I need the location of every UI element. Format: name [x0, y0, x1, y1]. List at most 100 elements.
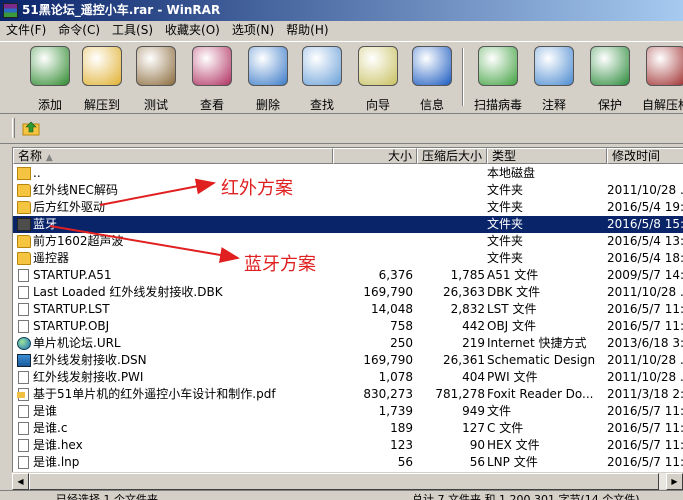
column-header-modified[interactable]: 修改时间 [607, 148, 683, 164]
toolbar-grip[interactable] [12, 118, 15, 138]
file-row[interactable]: STARTUP.A516,3761,785A51 文件2009/5/7 14:3 [13, 267, 683, 284]
file-modified: 2011/10/28 . [607, 183, 683, 197]
menu-file[interactable]: 文件(F) [0, 21, 52, 40]
doc-icon [18, 303, 29, 316]
toolbar-label: 查看 [199, 98, 224, 112]
parent-icon [17, 167, 31, 180]
menu-commands[interactable]: 命令(C) [52, 21, 106, 40]
file-packed: 2,832 [450, 302, 485, 316]
file-modified: 2016/5/4 13:5 [607, 234, 683, 248]
scroll-left-icon[interactable]: ◀ [12, 473, 29, 490]
toolbar-button-7[interactable]: 信息 [404, 46, 460, 113]
scroll-right-icon[interactable]: ▶ [666, 473, 683, 490]
file-name: Last Loaded 红外线发射接收.DBK [33, 285, 223, 299]
toolbar-button-3[interactable]: 查看 [184, 46, 240, 113]
column-header-name[interactable]: 名称 ▲ [13, 148, 333, 164]
horizontal-scrollbar[interactable]: ◀ ▶ [12, 472, 683, 490]
file-size: 169,790 [363, 353, 413, 367]
window-title: 51黑论坛_遥控小车.rar - WinRAR [22, 3, 221, 17]
file-type: 文件 [487, 404, 512, 418]
file-list[interactable]: 名称 ▲ 大小 压缩后大小 类型 修改时间 .. 本地磁盘 红外线NEC解码 文件夹 2… [12, 147, 683, 472]
file-row[interactable]: 基于51单片机的红外遥控小车设计和制作.pdf 830,273 781,278 Fox… [13, 386, 683, 403]
file-row[interactable]: STARTUP.LST 14,048 2,832LST 文件 2016/5/7 11:… [13, 301, 683, 318]
toolbar-button-8[interactable]: 扫描病毒 [470, 46, 526, 113]
file-name: 前方1602超声波 [33, 234, 124, 248]
file-type: 文件夹 [487, 200, 524, 214]
file-row[interactable]: 红外线NEC解码 文件夹 2011/10/28 . [13, 182, 683, 199]
column-header-type[interactable]: 类型 [487, 148, 607, 164]
file-type: LST 文件 [487, 302, 537, 316]
toolbar-button-2[interactable]: 测试 [128, 46, 184, 113]
file-modified: 2016/5/7 11:1 [607, 302, 683, 316]
toolbar-label: 信息 [419, 98, 444, 112]
file-modified: 2011/10/28 . [607, 285, 683, 299]
wizard-wand-icon [358, 46, 398, 86]
file-type: 文件夹 [487, 251, 524, 265]
file-type: 文件夹 [487, 234, 524, 248]
toolbar-label: 向导 [365, 98, 390, 112]
file-row[interactable]: 遥控器文件夹2016/5/4 18:2 [13, 250, 683, 267]
doc-icon [18, 439, 29, 452]
menu-tools[interactable]: 工具(S) [106, 21, 159, 40]
doc-icon [18, 422, 29, 435]
up-one-level-icon[interactable] [22, 120, 40, 136]
toolbar-button-10[interactable]: 保护 [582, 46, 638, 113]
folder-icon [17, 184, 31, 197]
file-type: Foxit Reader Do... [487, 387, 594, 401]
status-left: 已经选择 1 个文件夹 [56, 493, 158, 500]
file-size: 56 [397, 455, 413, 469]
file-name: STARTUP.OBJ [33, 319, 110, 333]
file-row[interactable]: 红外线发射接收.PWI 1,078 404 PWI 文件 2011/10/28 . [13, 369, 683, 386]
toolbar-button-4[interactable]: 删除 [240, 46, 296, 113]
column-header-packed[interactable]: 压缩后大小 [417, 148, 487, 164]
file-size: 250 [390, 336, 413, 350]
folder-dark-icon [17, 218, 31, 231]
column-header-size[interactable]: 大小 [333, 148, 417, 164]
doc-icon [18, 320, 29, 333]
scroll-thumb[interactable] [29, 473, 659, 490]
file-name: STARTUP.LST [33, 302, 110, 316]
menu-favorites[interactable]: 收藏夹(O) [159, 21, 226, 40]
file-modified: 2016/5/4 18:2 [607, 251, 683, 265]
file-row[interactable]: 是谁.hex 123 90HEX 文件 2016/5/7 11:1 [13, 437, 683, 454]
test-clipboard-icon [136, 46, 176, 86]
file-row[interactable]: 后方红外驱动 文件夹 2016/5/4 19:2 [13, 199, 683, 216]
menu-options[interactable]: 选项(N) [226, 21, 280, 40]
file-type: OBJ 文件 [487, 319, 537, 333]
file-size: 169,790 [363, 285, 413, 299]
file-row[interactable]: 单片机论坛.URL 250 219Internet 快捷方式 2013/6/18 3:… [13, 335, 683, 352]
file-row[interactable]: .. 本地磁盘 [13, 165, 683, 182]
file-row[interactable]: 蓝牙 文件夹 2016/5/8 15:3 [13, 216, 683, 233]
file-row[interactable]: 是谁 1,739 949文件 2016/5/7 11:1 [13, 403, 683, 420]
file-type: 文件夹 [487, 217, 524, 231]
file-row[interactable]: 是谁.lnp5656LNP 文件2016/5/7 11:1 [13, 454, 683, 471]
file-row[interactable]: 前方1602超声波 文件夹 2016/5/4 13:5 [13, 233, 683, 250]
menu-help[interactable]: 帮助(H) [280, 21, 334, 40]
toolbar-label: 保护 [597, 98, 622, 112]
file-size: 6,376 [378, 268, 413, 282]
file-type: LNP 文件 [487, 455, 538, 469]
toolbar-button-9[interactable]: 注释 [526, 46, 582, 113]
toolbar-button-5[interactable]: 查找 [294, 46, 350, 113]
toolbar-button-1[interactable]: 解压到 [74, 46, 130, 113]
status-right: 总计 7 文件夹 和 1,200,301 字节(14 个文件) [412, 493, 640, 500]
file-type: Schematic Design [487, 353, 596, 367]
file-type: DBK 文件 [487, 285, 541, 299]
file-packed: 127 [462, 421, 485, 435]
toolbar-button-0[interactable]: 添加 [22, 46, 78, 113]
protect-lock-icon [590, 46, 630, 86]
file-name: 是谁.hex [33, 438, 83, 452]
doc-icon [18, 269, 29, 282]
file-row[interactable]: STARTUP.OBJ 758 442OBJ 文件 2016/5/7 11:1 [13, 318, 683, 335]
file-row[interactable]: 红外线发射接收.DSN 169,790 26,361 Schematic Design… [13, 352, 683, 369]
toolbar-button-11[interactable]: 自解压格 [638, 46, 683, 113]
infrared-annotation: 红外方案 [221, 178, 293, 199]
file-size: 123 [390, 438, 413, 452]
toolbar-button-6[interactable]: 向导 [350, 46, 406, 113]
file-modified: 2009/5/7 14:3 [607, 268, 683, 282]
menu-bar: 文件(F) 命令(C) 工具(S) 收藏夹(O) 选项(N) 帮助(H) [0, 21, 683, 40]
toolbar-label: 注释 [541, 98, 566, 112]
file-size: 14,048 [371, 302, 413, 316]
file-row[interactable]: Last Loaded 红外线发射接收.DBK 169,790 26,363 DBK … [13, 284, 683, 301]
file-row[interactable]: 是谁.c 189 127C 文件 2016/5/7 11:1 [13, 420, 683, 437]
